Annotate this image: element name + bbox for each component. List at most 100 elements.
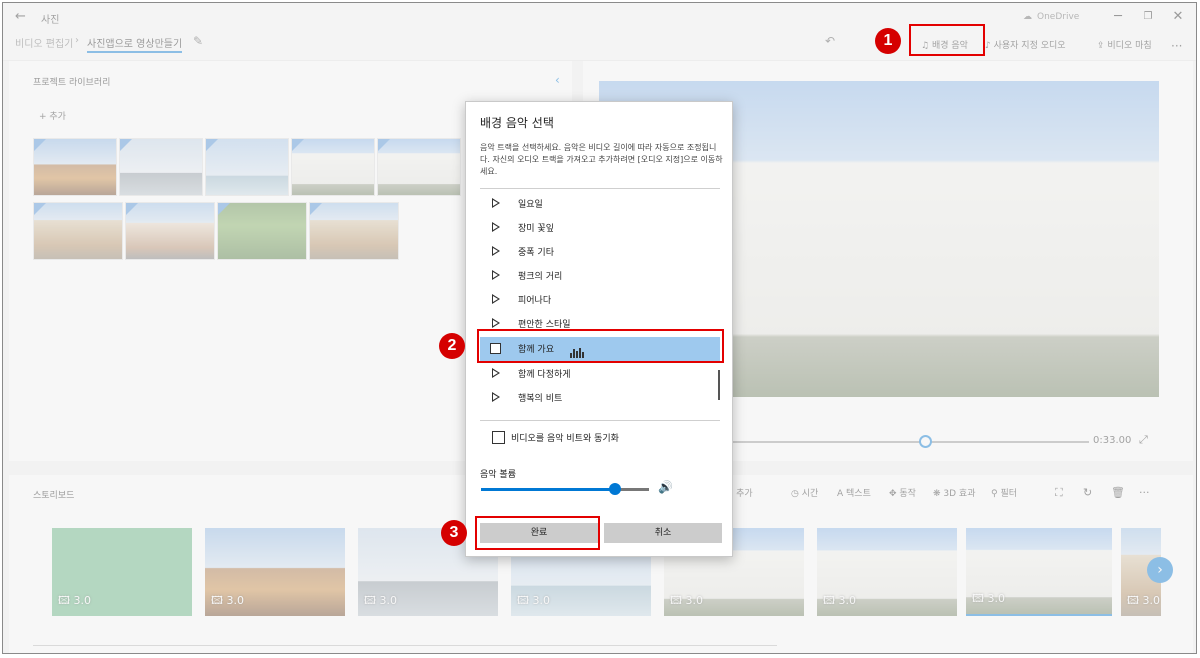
custom-audio-button[interactable]: ♪ 사용자 지정 오디오 bbox=[985, 36, 1066, 56]
play-icon[interactable] bbox=[492, 368, 500, 378]
toolbar: 비디오 편집기 › 사진앱으로 영상만들기 ✎ ↶ ♫ 배경 음악 ♪ 사용자 … bbox=[3, 31, 1196, 61]
collapse-icon[interactable]: ‹ bbox=[555, 73, 560, 87]
library-thumb[interactable] bbox=[205, 138, 289, 196]
annotation-number-2: 2 bbox=[439, 333, 465, 359]
volume-label: 음악 볼륨 bbox=[480, 470, 516, 480]
text-icon: A bbox=[837, 489, 847, 499]
library-thumb[interactable] bbox=[33, 138, 117, 196]
play-icon[interactable] bbox=[492, 222, 500, 232]
finish-video-button[interactable]: ⇪ 비디오 마침 bbox=[1097, 36, 1152, 56]
audio-icon: ♪ bbox=[985, 41, 994, 51]
annotation-box-2 bbox=[477, 329, 724, 363]
plus-icon: + bbox=[39, 112, 50, 122]
track-item[interactable]: 편안한 스타일 bbox=[480, 312, 720, 330]
add-media-button[interactable]: + 추가 bbox=[39, 109, 66, 122]
undo-icon[interactable]: ↶ bbox=[825, 34, 835, 48]
motion-button[interactable]: ✥ 동작 bbox=[889, 486, 916, 499]
more-icon[interactable]: ··· bbox=[1139, 486, 1150, 499]
rotate-icon[interactable]: ↻ bbox=[1083, 486, 1092, 499]
app-title: 사진 bbox=[41, 15, 60, 26]
play-icon[interactable] bbox=[492, 246, 500, 256]
track-item[interactable]: 행복의 비트 bbox=[480, 386, 720, 410]
divider bbox=[480, 420, 720, 421]
cloud-icon: ☁ bbox=[1023, 12, 1032, 22]
storyboard-clip[interactable]: 🖾 3.0 bbox=[205, 528, 345, 616]
trash-icon[interactable]: 🗑 bbox=[1111, 486, 1125, 499]
sync-checkbox[interactable] bbox=[492, 431, 505, 444]
track-item[interactable]: 펑크의 거리 bbox=[480, 264, 720, 288]
selection-corner bbox=[310, 203, 322, 215]
track-item[interactable]: 일요일 bbox=[480, 192, 720, 216]
annotation-number-1: 1 bbox=[875, 28, 901, 54]
library-title: 프로젝트 라이브러리 bbox=[33, 78, 111, 88]
play-icon[interactable] bbox=[492, 318, 500, 328]
storyboard-clip[interactable]: 🖾 3.0 bbox=[817, 528, 957, 616]
clip-duration: 🖾 3.0 bbox=[1127, 594, 1160, 607]
library-thumb[interactable] bbox=[125, 202, 215, 260]
annotation-box-1 bbox=[909, 24, 985, 56]
minimize-icon[interactable]: ─ bbox=[1103, 7, 1133, 27]
restore-icon[interactable]: ❐ bbox=[1133, 7, 1163, 27]
library-thumb[interactable] bbox=[119, 138, 203, 196]
speaker-icon[interactable]: 🔊 bbox=[658, 480, 673, 494]
motion-icon: ✥ bbox=[889, 489, 900, 499]
storyboard-scrollbar[interactable] bbox=[33, 645, 777, 646]
back-arrow-icon[interactable]: ← bbox=[15, 9, 26, 24]
storyboard-clip-selected[interactable]: 🖾 3.0 bbox=[966, 528, 1112, 616]
cancel-button[interactable]: 취소 bbox=[604, 523, 722, 543]
clock-icon: ◷ bbox=[791, 489, 802, 499]
clip-duration: 🖾 3.0 bbox=[58, 594, 91, 607]
track-list-scrollbar[interactable] bbox=[718, 370, 720, 400]
time-label: 0:33.00 bbox=[1093, 435, 1132, 446]
expand-icon[interactable]: ⤢ bbox=[1139, 433, 1148, 447]
seek-knob[interactable] bbox=[919, 435, 932, 448]
play-icon[interactable] bbox=[492, 270, 500, 280]
play-icon[interactable] bbox=[492, 294, 500, 304]
library-thumb[interactable] bbox=[309, 202, 399, 260]
clip-duration: 🖾 3.0 bbox=[517, 594, 550, 607]
sync-label: 비디오를 음악 비트와 동기화 bbox=[511, 434, 619, 444]
library-thumb[interactable] bbox=[291, 138, 375, 196]
3d-effects-button[interactable]: ❋ 3D 효과 bbox=[933, 486, 975, 499]
play-icon[interactable] bbox=[492, 198, 500, 208]
filters-button[interactable]: ⚲ 필터 bbox=[991, 486, 1017, 499]
pencil-icon[interactable]: ✎ bbox=[193, 34, 203, 48]
selection-corner bbox=[126, 203, 138, 215]
crop-icon[interactable]: ⛶ bbox=[1055, 486, 1063, 500]
selection-corner bbox=[34, 203, 46, 215]
library-thumb[interactable] bbox=[377, 138, 461, 196]
more-icon[interactable]: ··· bbox=[1171, 36, 1182, 56]
track-item[interactable]: 장미 꽃잎 bbox=[480, 216, 720, 240]
dialog-title: 배경 음악 선택 bbox=[480, 116, 554, 130]
onedrive-label: OneDrive bbox=[1037, 12, 1080, 22]
dialog-description: 음악 트랙을 선택하세요. 음악은 비디오 길이에 따라 자동으로 조정됩니다.… bbox=[480, 143, 723, 176]
storyboard-clip[interactable]: 🖾 3.0 bbox=[52, 528, 192, 616]
seek-bar[interactable] bbox=[733, 441, 1089, 443]
selection-corner bbox=[120, 139, 132, 151]
duration-button[interactable]: ◷ 시간 bbox=[791, 486, 818, 499]
track-item[interactable]: 함께 다정하게 bbox=[480, 362, 720, 386]
chevron-right-icon: › bbox=[75, 35, 79, 46]
library-thumb[interactable] bbox=[217, 202, 307, 260]
track-item[interactable]: 피어나다 bbox=[480, 288, 720, 312]
clip-duration: 🖾 3.0 bbox=[972, 592, 1005, 605]
selection-corner bbox=[34, 139, 46, 151]
volume-slider[interactable] bbox=[481, 483, 649, 495]
breadcrumb-root[interactable]: 비디오 편집기 bbox=[15, 35, 73, 50]
scroll-right-button[interactable]: › bbox=[1147, 557, 1173, 583]
project-title[interactable]: 사진앱으로 영상만들기 bbox=[87, 35, 183, 53]
clip-duration: 🖾 3.0 bbox=[823, 594, 856, 607]
3d-icon: ❋ bbox=[933, 489, 944, 499]
volume-knob[interactable] bbox=[609, 483, 622, 495]
track-item[interactable]: 중폭 기타 bbox=[480, 240, 720, 264]
volume-fill bbox=[481, 488, 616, 491]
close-icon[interactable]: ✕ bbox=[1163, 7, 1193, 27]
clip-duration: 🖾 3.0 bbox=[211, 594, 244, 607]
clip-duration: 🖾 3.0 bbox=[670, 594, 703, 607]
text-button[interactable]: A 텍스트 bbox=[837, 486, 871, 499]
library-thumb[interactable] bbox=[33, 202, 123, 260]
play-icon[interactable] bbox=[492, 392, 500, 402]
selection-corner bbox=[378, 139, 390, 151]
storyboard-title: 스토리보드 bbox=[33, 491, 75, 501]
annotation-number-3: 3 bbox=[441, 520, 467, 546]
